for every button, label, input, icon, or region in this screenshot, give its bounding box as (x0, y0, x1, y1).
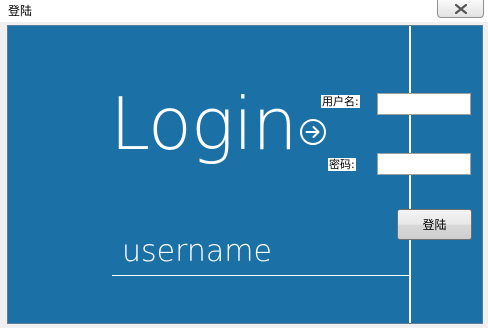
arrow-right-circle-icon[interactable] (299, 118, 327, 146)
login-heading: Login (110, 82, 298, 166)
password-input[interactable] (377, 153, 471, 175)
password-label: 密码: (328, 158, 356, 171)
title-bar: 登陆 (0, 0, 488, 22)
login-panel: Login 用户名: 密码: 登陆 username (7, 25, 483, 324)
login-button[interactable]: 登陆 (397, 209, 472, 240)
close-button[interactable] (437, 0, 484, 18)
window-title: 登陆 (8, 4, 33, 18)
username-label: 用户名: (321, 95, 360, 108)
username-input[interactable] (377, 93, 471, 115)
username-underline (112, 275, 409, 276)
username-hint-text: username (122, 234, 272, 269)
close-icon (455, 4, 467, 14)
